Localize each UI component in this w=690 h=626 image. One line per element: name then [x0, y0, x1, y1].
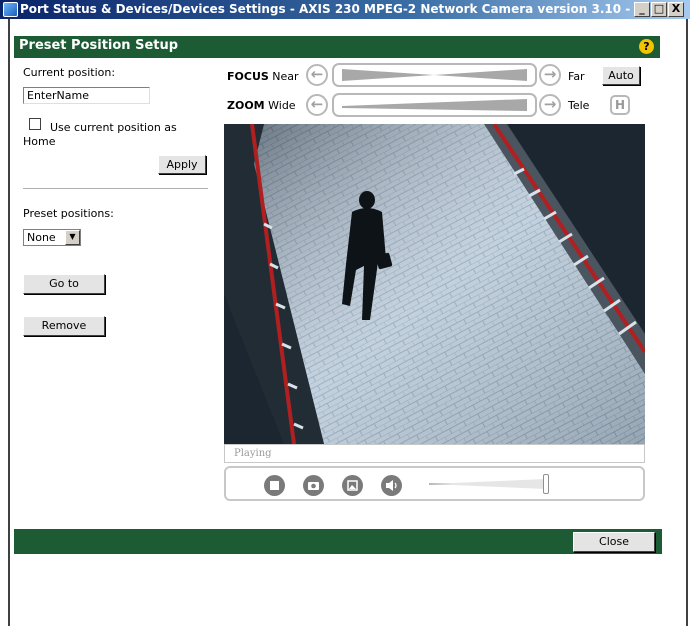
focus-slider[interactable] — [332, 63, 537, 87]
volume-slider[interactable] — [426, 473, 554, 495]
window-titlebar: Port Status & Devices/Devices Settings -… — [0, 0, 690, 19]
volume-track-shape — [429, 479, 546, 489]
browser-app-icon — [3, 2, 18, 17]
current-position-label: Current position: — [23, 66, 116, 79]
video-status-text: Playing — [234, 448, 272, 459]
chevron-down-icon[interactable]: ▼ — [65, 230, 80, 245]
stop-icon[interactable] — [264, 475, 285, 496]
camera-icon-shape — [308, 482, 319, 490]
focus-near-arrow-icon[interactable]: ← — [306, 64, 328, 86]
maximize-button[interactable]: □ — [651, 2, 667, 17]
page-footer — [14, 529, 662, 554]
preset-selected-value: None — [27, 231, 56, 244]
speaker-icon-shape — [386, 480, 397, 491]
focus-slider-wedge — [342, 69, 527, 81]
preset-positions-label: Preset positions: — [23, 207, 114, 220]
remove-button[interactable]: Remove — [23, 316, 105, 336]
focus-far-label: Far — [568, 70, 585, 83]
use-as-home-label-line2: Home — [23, 135, 56, 148]
picture-icon-shape — [347, 480, 358, 491]
focus-near-label: Near — [272, 70, 299, 83]
zoom-label: ZOOM Wide — [227, 99, 296, 112]
focus-auto-button[interactable]: Auto — [602, 66, 640, 85]
focus-far-arrow-icon[interactable]: → — [539, 64, 561, 86]
zoom-wide-label: Wide — [268, 99, 296, 112]
zoom-tele-arrow-icon[interactable]: → — [539, 94, 561, 116]
current-position-input[interactable] — [23, 87, 150, 104]
volume-slider-thumb[interactable] — [543, 474, 549, 494]
camera-scene-image — [224, 124, 645, 444]
player-controls — [224, 466, 645, 501]
focus-title: FOCUS — [227, 70, 269, 83]
window-border-right — [686, 19, 688, 626]
stop-icon-shape — [270, 481, 279, 490]
home-position-button[interactable]: H — [610, 95, 630, 115]
window-border-left — [8, 19, 10, 626]
camera-video-view[interactable] — [224, 124, 645, 444]
speaker-icon[interactable] — [381, 475, 402, 496]
minimize-button[interactable]: _ — [634, 2, 650, 17]
page-header: Preset Position Setup ? — [14, 36, 660, 58]
close-button[interactable]: Close — [573, 532, 655, 552]
use-as-home-label-line1: Use current position as — [50, 121, 177, 134]
snapshot-camera-icon[interactable] — [303, 475, 324, 496]
goto-button[interactable]: Go to — [23, 274, 105, 294]
page-title: Preset Position Setup — [19, 38, 179, 53]
zoom-title: ZOOM — [227, 99, 265, 112]
zoom-slider[interactable] — [332, 93, 537, 117]
focus-label: FOCUS Near — [227, 70, 299, 83]
apply-button[interactable]: Apply — [158, 155, 206, 174]
zoom-slider-wedge — [342, 99, 527, 111]
window-close-button[interactable]: X — [668, 2, 684, 17]
use-as-home-checkbox[interactable] — [29, 118, 41, 130]
help-icon[interactable]: ? — [639, 39, 654, 54]
window-title: Port Status & Devices/Devices Settings -… — [20, 2, 630, 16]
zoom-wide-arrow-icon[interactable]: ← — [306, 94, 328, 116]
section-divider — [23, 188, 208, 190]
video-status-bar: Playing — [224, 444, 645, 463]
zoom-tele-label: Tele — [568, 99, 590, 112]
preset-positions-select[interactable]: None ▼ — [23, 229, 81, 246]
picture-icon[interactable] — [342, 475, 363, 496]
